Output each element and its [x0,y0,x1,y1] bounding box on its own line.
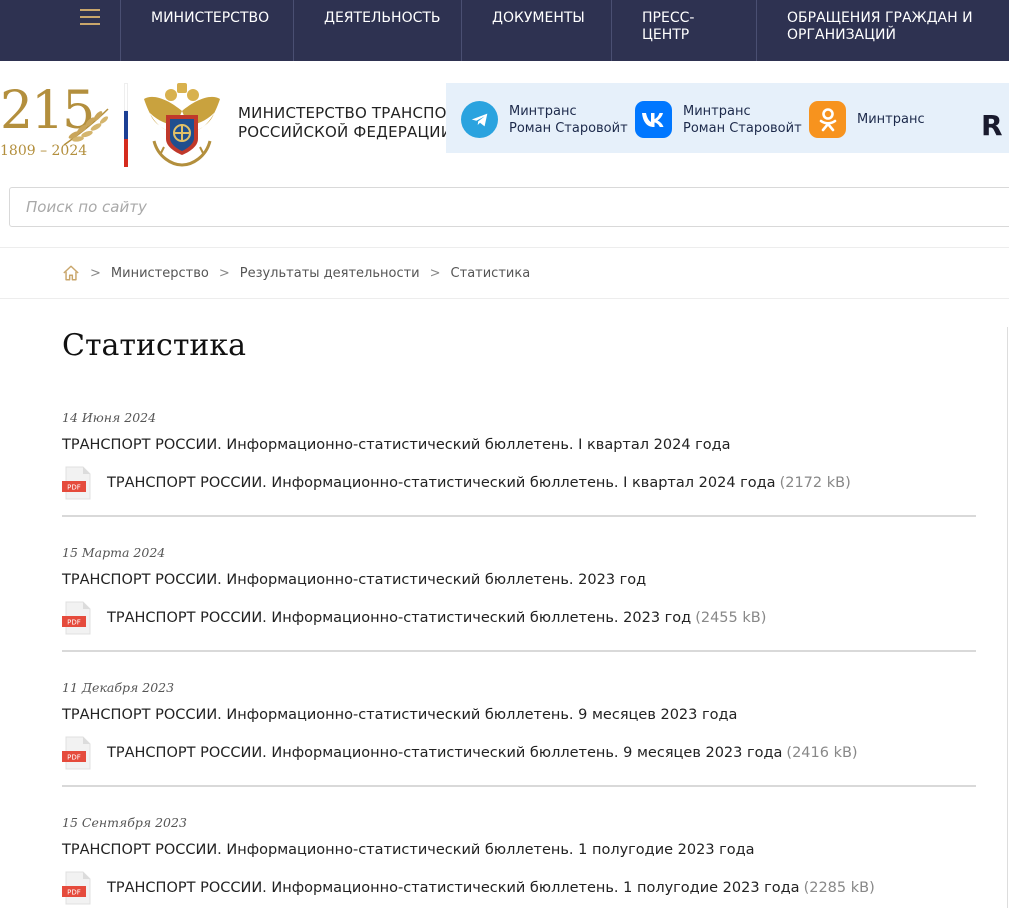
ministry-name[interactable]: Министерство транспорта Российской Федер… [238,104,476,142]
social-links-bar: Минтранс Роман Старовойт Минтранс Роман … [446,83,1009,153]
file-download-link[interactable]: PDF ТРАНСПОРТ РОССИИ. Информационно-стат… [62,465,851,501]
breadcrumb-separator: > [218,265,230,281]
pdf-file-icon: PDF [62,466,91,500]
russian-flag [124,83,128,167]
vk-label: Минтранс Роман Старовойт [683,103,802,136]
statistics-entry: 14 Июня 2024 ТРАНСПОРТ РОССИИ. Информаци… [62,410,976,545]
breadcrumb: > Министерство > Результаты деятельности… [0,247,1009,299]
nav-item-documents[interactable]: Документы [461,0,611,61]
rutube-icon[interactable]: R [981,109,1003,142]
entry-date: 14 Июня 2024 [62,410,157,425]
entry-date: 15 Сентября 2023 [62,815,187,830]
nav-item-appeals[interactable]: Обращения граждан и организаций [756,0,1009,61]
page-title: Статистика [62,328,247,363]
entry-title-link[interactable]: ТРАНСПОРТ РОССИИ. Информационно-статисти… [62,707,737,723]
file-name: ТРАНСПОРТ РОССИИ. Информационно-статисти… [107,475,776,491]
entry-date: 11 Декабря 2023 [62,680,175,695]
social-odnoklassniki-link[interactable]: Минтранс [809,101,925,138]
entry-divider [62,785,976,787]
file-size: (2285 kB) [803,880,875,896]
nav-item-ministry[interactable]: Министерство [120,0,293,61]
top-navigation: Министерство Деятельность Документы Прес… [0,0,1009,61]
file-download-link[interactable]: PDF ТРАНСПОРТ РОССИИ. Информационно-стат… [62,600,766,636]
breadcrumb-separator: > [429,265,441,281]
menu-burger-icon[interactable] [0,0,120,61]
anniversary-years: 1809 – 2024 [0,143,88,159]
entry-divider [62,650,976,652]
nav-item-press-center[interactable]: Пресс- центр [611,0,756,61]
file-name: ТРАНСПОРТ РОССИИ. Информационно-статисти… [107,880,800,896]
search-input[interactable] [9,187,1009,227]
breadcrumb-results[interactable]: Результаты деятельности [240,266,420,281]
pdf-label: PDF [67,889,81,897]
telegram-label: Минтранс Роман Старовойт [509,103,628,136]
breadcrumb-ministry[interactable]: Министерство [111,266,209,281]
odnoklassniki-icon [809,101,846,138]
vk-icon [635,101,672,138]
pdf-file-icon: PDF [62,601,91,635]
breadcrumb-current: Статистика [450,265,531,281]
file-size: (2416 kB) [786,745,858,761]
home-icon[interactable] [62,264,80,282]
entry-title-link[interactable]: ТРАНСПОРТ РОССИИ. Информационно-статисти… [62,572,646,588]
file-name: ТРАНСПОРТ РОССИИ. Информационно-статисти… [107,745,783,761]
entry-title-link[interactable]: ТРАНСПОРТ РОССИИ. Информационно-статисти… [62,437,731,453]
pdf-label: PDF [67,484,81,492]
site-header: 215 1809 – 2024 МИНИСТЕРСТВО ТРАНСПОРТА … [0,61,1009,171]
breadcrumb-separator: > [90,265,101,281]
telegram-icon [461,101,498,138]
statistics-entry: 15 Марта 2024 ТРАНСПОРТ РОССИИ. Информац… [62,545,976,680]
pdf-label: PDF [67,754,81,762]
file-download-link[interactable]: PDF ТРАНСПОРТ РОССИИ. Информационно-стат… [62,870,875,906]
file-size: (2455 kB) [695,610,767,626]
statistics-entry: 11 Декабря 2023 ТРАНСПОРТ РОССИИ. Информ… [62,680,976,815]
file-size: (2172 kB) [779,475,851,491]
pdf-file-icon: PDF [62,736,91,770]
pdf-file-icon: PDF [62,871,91,905]
laurel-icon [63,108,109,146]
nav-item-activity[interactable]: Деятельность [293,0,461,61]
file-download-link[interactable]: PDF ТРАНСПОРТ РОССИИ. Информационно-стат… [62,735,858,771]
pdf-label: PDF [67,619,81,627]
entry-title-link[interactable]: ТРАНСПОРТ РОССИИ. Информационно-статисти… [62,842,755,858]
social-vk-link[interactable]: Минтранс Роман Старовойт [635,101,802,138]
file-name: ТРАНСПОРТ РОССИИ. Информационно-статисти… [107,610,692,626]
coat-of-arms-icon[interactable] [140,81,224,167]
entry-divider [62,515,976,517]
social-telegram-link[interactable]: Минтранс Роман Старовойт [461,101,628,138]
entry-date: 15 Марта 2024 [62,545,166,560]
statistics-entry: 15 Сентября 2023 ТРАНСПОРТ РОССИИ. Инфор… [62,815,976,908]
anniversary-logo[interactable]: 215 1809 – 2024 [0,83,115,163]
content-border [1007,327,1008,908]
odnoklassniki-label: Минтранс [857,112,925,127]
